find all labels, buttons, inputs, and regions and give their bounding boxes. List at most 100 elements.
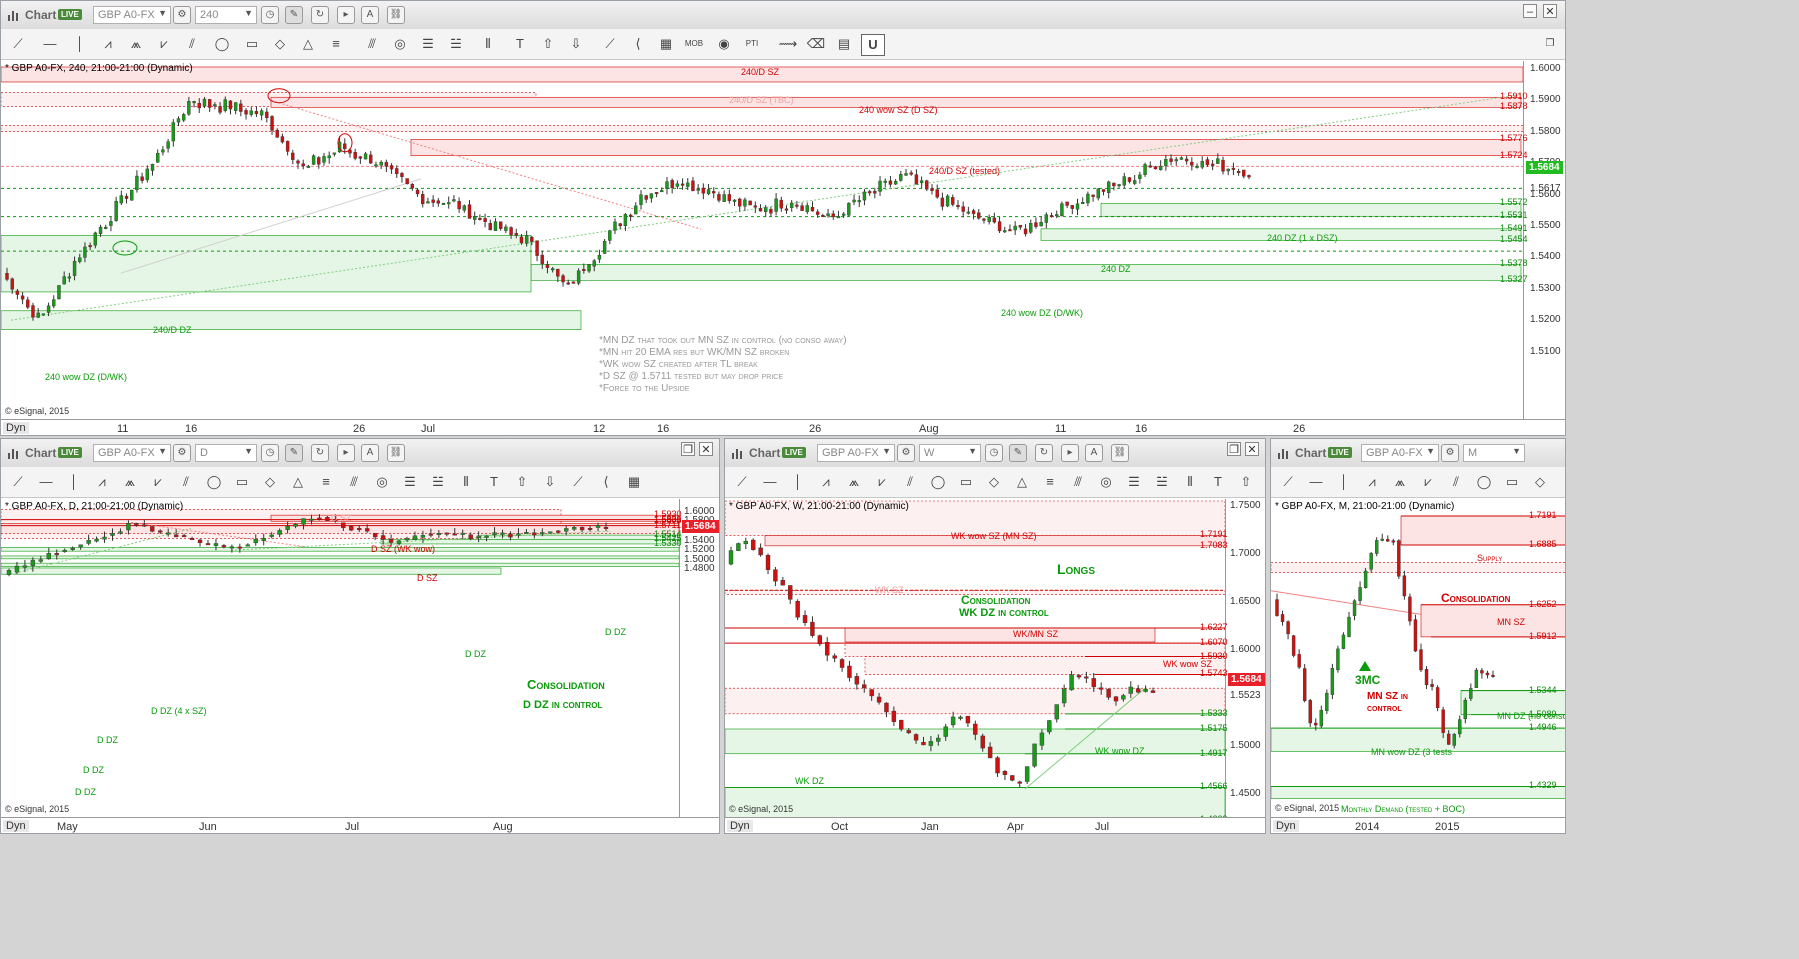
gann-tool-icon[interactable]: ⩗ (147, 472, 169, 492)
line-tool-icon[interactable]: ⟋ (1277, 472, 1299, 492)
play-icon[interactable]: ▸ (1061, 444, 1079, 462)
text-tool-icon[interactable]: T (483, 472, 505, 492)
price-axis[interactable]: 1.60001.58001.56221.54001.52001.50001.48… (654, 499, 719, 817)
parallel-tool-icon[interactable]: ⫻ (343, 472, 365, 492)
bars-tool-icon[interactable]: ⦀ (1179, 472, 1201, 492)
play-icon[interactable]: ▸ (337, 444, 355, 462)
parallel-tool-icon[interactable]: ⫻ (1067, 472, 1089, 492)
arrow-up-tool-icon[interactable]: ⇧ (511, 472, 533, 492)
diamond-tool-icon[interactable]: ◇ (259, 472, 281, 492)
cycle-icon[interactable]: ↻ (311, 6, 329, 24)
fan-tool-icon[interactable]: ⩕ (843, 472, 865, 492)
gann-tool-icon[interactable]: ⩗ (153, 34, 175, 54)
play-icon[interactable]: ▸ (337, 6, 355, 24)
fan-tool-icon[interactable]: ⩕ (119, 472, 141, 492)
link-icon[interactable]: ⛓ (387, 6, 405, 24)
bars-tool-icon[interactable]: ⦀ (477, 34, 499, 54)
bars-tool-icon[interactable]: ⦀ (455, 472, 477, 492)
time-axis[interactable]: Dyn 11 16 26 Jul 12 16 26 Aug 11 16 26 (1, 419, 1565, 435)
monthly-chart-plot[interactable]: * GBP A0-FX, M, 21:00-21:00 (Dynamic) Su… (1271, 499, 1565, 817)
settings-icon[interactable]: ⚙ (897, 444, 915, 462)
chart-canvas[interactable] (725, 499, 1225, 817)
eraser-tool-icon[interactable]: ⌫ (805, 34, 827, 54)
circles-tool-icon[interactable]: ◎ (371, 472, 393, 492)
fib-tool-icon[interactable]: ⫽ (181, 34, 203, 54)
settings-icon[interactable]: ⚙ (173, 6, 191, 24)
chevron-down-icon[interactable]: ▼ (968, 446, 977, 456)
text-tool-icon[interactable]: T (1207, 472, 1229, 492)
dyn-toggle[interactable]: Dyn (1273, 820, 1299, 832)
time-axis[interactable]: Dyn May Jun Jul Aug (1, 817, 719, 833)
ellipse-tool-icon[interactable]: ◯ (203, 472, 225, 492)
diamond-tool-icon[interactable]: ◇ (269, 34, 291, 54)
channel-tool-icon[interactable]: ≡ (325, 34, 347, 54)
restore-icon[interactable]: ❐ (681, 442, 695, 456)
line-tool-icon[interactable]: ⟋ (731, 472, 753, 492)
dyn-toggle[interactable]: Dyn (3, 820, 29, 832)
eye-tool-icon[interactable]: ◉ (713, 34, 735, 54)
pencil-icon[interactable]: ✎ (1009, 444, 1027, 462)
speed-tool-icon[interactable]: ⟨ (595, 472, 617, 492)
levels-tool-icon[interactable]: ☰ (399, 472, 421, 492)
interval-select[interactable]: 240 ▼ (195, 6, 257, 24)
fib-tool-icon[interactable]: ⫽ (175, 472, 197, 492)
magnet-icon[interactable]: U (861, 34, 885, 56)
zigzag-tool-icon[interactable]: ⩘ (815, 472, 837, 492)
channel-tool-icon[interactable]: ≡ (315, 472, 337, 492)
symbol-input[interactable]: GBP A0-FX ▼ (1361, 444, 1439, 462)
interval-select[interactable]: W ▼ (919, 444, 981, 462)
levels2-tool-icon[interactable]: ☱ (1151, 472, 1173, 492)
chevron-down-icon[interactable]: ▼ (158, 8, 167, 18)
chevron-down-icon[interactable]: ▼ (1512, 446, 1521, 456)
cycle-icon[interactable]: ↻ (311, 444, 329, 462)
interval-select[interactable]: M ▼ (1463, 444, 1525, 462)
close-icon[interactable]: ✕ (1245, 442, 1259, 456)
regression-tool-icon[interactable]: ⟋ (567, 472, 589, 492)
close-icon[interactable]: ✕ (699, 442, 713, 456)
levels-tool-icon[interactable]: ☰ (417, 34, 439, 54)
price-axis[interactable]: 1.60001.59001.58001.57001.56171.56001.55… (1500, 61, 1565, 419)
ellipse-tool-icon[interactable]: ◯ (1473, 472, 1495, 492)
symbol-input[interactable]: GBP A0-FX ▼ (817, 444, 895, 462)
levels-tool-icon[interactable]: ☰ (1123, 472, 1145, 492)
fib-tool-icon[interactable]: ⫽ (899, 472, 921, 492)
diamond-tool-icon[interactable]: ◇ (1529, 472, 1551, 492)
triangle-tool-icon[interactable]: △ (297, 34, 319, 54)
vline-tool-icon[interactable]: │ (63, 472, 85, 492)
regression-tool-icon[interactable]: ⟋ (599, 34, 621, 54)
close-icon[interactable]: ✕ (1543, 4, 1557, 18)
link-icon[interactable]: ⛓ (1111, 444, 1129, 462)
parallel-tool-icon[interactable]: ⫻ (361, 34, 383, 54)
main-chart-plot[interactable]: * GBP A0-FX, 240, 21:00-21:00 (Dynamic) … (1, 61, 1523, 419)
settings-icon[interactable]: ⚙ (1441, 444, 1459, 462)
triangle-tool-icon[interactable]: △ (287, 472, 309, 492)
time-axis[interactable]: Dyn 2014 2015 (1271, 817, 1565, 833)
fan-tool-icon[interactable]: ⩕ (1389, 472, 1411, 492)
line-tool-icon[interactable]: ⟋ (7, 472, 29, 492)
alert-icon[interactable]: A (1085, 444, 1103, 462)
restore-icon[interactable]: ❐ (1227, 442, 1241, 456)
alert-icon[interactable]: A (361, 6, 379, 24)
zigzag-tool-icon[interactable]: ⩘ (91, 472, 113, 492)
rect-tool-icon[interactable]: ▭ (241, 34, 263, 54)
vline-tool-icon[interactable]: │ (1333, 472, 1355, 492)
line-tool-icon[interactable]: ⟋ (7, 34, 29, 54)
weekly-chart-plot[interactable]: * GBP A0-FX, W, 21:00-21:00 (Dynamic) WK… (725, 499, 1225, 817)
grid-tool-icon[interactable]: ▦ (655, 34, 677, 54)
levels2-tool-icon[interactable]: ☱ (427, 472, 449, 492)
circles-tool-icon[interactable]: ◎ (1095, 472, 1117, 492)
arrow-up-tool-icon[interactable]: ⇧ (1235, 472, 1257, 492)
restore-icon[interactable]: ❐ (1539, 34, 1561, 54)
pattern-tool-icon[interactable]: ⟿ (777, 34, 799, 54)
comment-tool-icon[interactable]: ▤ (833, 34, 855, 54)
clock-icon[interactable]: ◷ (261, 444, 279, 462)
fib-tool-icon[interactable]: ⫽ (1445, 472, 1467, 492)
rect-tool-icon[interactable]: ▭ (231, 472, 253, 492)
arrow-up-tool-icon[interactable]: ⇧ (537, 34, 559, 54)
gann-tool-icon[interactable]: ⩗ (1417, 472, 1439, 492)
hline-tool-icon[interactable]: ― (1305, 472, 1327, 492)
hline-tool-icon[interactable]: ― (39, 34, 61, 54)
pencil-icon[interactable]: ✎ (285, 6, 303, 24)
dyn-toggle[interactable]: Dyn (3, 422, 29, 434)
chevron-down-icon[interactable]: ▼ (244, 8, 253, 18)
